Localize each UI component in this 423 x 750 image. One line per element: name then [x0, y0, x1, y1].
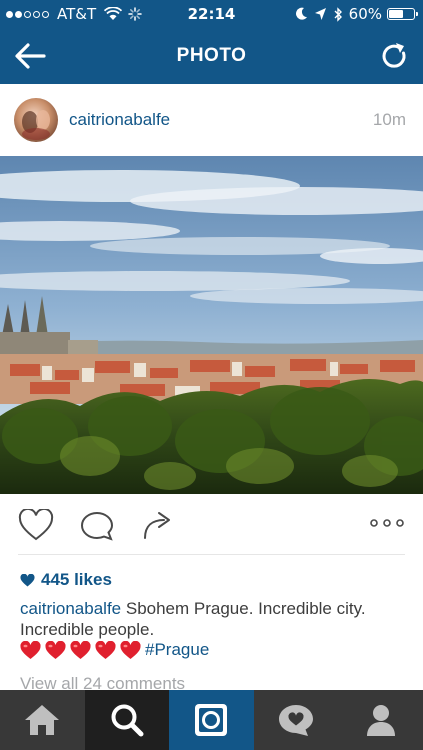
status-right: 60%	[295, 5, 418, 23]
divider	[18, 554, 405, 555]
tab-camera[interactable]	[169, 690, 254, 750]
post-photo[interactable]	[0, 156, 423, 494]
camera-icon	[195, 704, 228, 736]
caption-hearts: ❤️ ❤️ ❤️ ❤️ ❤️	[20, 640, 145, 660]
tab-search[interactable]	[84, 690, 170, 750]
tab-activity[interactable]	[254, 690, 339, 750]
heart-icon	[20, 573, 35, 586]
tab-home[interactable]	[0, 690, 85, 750]
red-heart-icon	[70, 640, 91, 659]
nav-bar: PHOTO	[0, 28, 423, 84]
moon-icon	[295, 7, 307, 20]
home-icon	[25, 705, 60, 735]
post-caption: caitrionabalfe Sbohem Prague. Incredible…	[20, 598, 405, 640]
page-title: PHOTO	[176, 45, 247, 66]
caption-tags: ❤️ ❤️ ❤️ ❤️ ❤️ #Prague	[20, 640, 209, 660]
comment-icon[interactable]	[80, 510, 114, 542]
battery-icon	[387, 8, 418, 20]
post-username[interactable]: caitrionabalfe	[69, 110, 170, 130]
share-icon[interactable]	[142, 509, 174, 541]
post-actions	[0, 494, 423, 554]
status-bar: AT&T 22:14 60%	[0, 0, 423, 28]
activity-icon	[279, 705, 314, 736]
likes-label: 445 likes	[41, 570, 112, 589]
caption-username[interactable]: caitrionabalfe	[20, 599, 121, 618]
likes-count[interactable]: 445 likes	[20, 570, 112, 590]
red-heart-icon	[120, 640, 141, 659]
profile-icon	[366, 705, 395, 736]
refresh-icon[interactable]	[379, 41, 409, 71]
search-icon	[111, 704, 144, 737]
bluetooth-icon	[334, 6, 342, 22]
battery-percent: 60%	[348, 5, 382, 23]
location-arrow-icon	[314, 8, 326, 20]
like-icon[interactable]	[18, 509, 54, 541]
red-heart-icon	[20, 640, 41, 659]
tab-profile[interactable]	[338, 690, 423, 750]
battery-level	[389, 10, 404, 18]
more-icon[interactable]	[370, 518, 404, 528]
post-timestamp: 10m	[372, 110, 406, 129]
red-heart-icon	[95, 640, 116, 659]
avatar[interactable]	[14, 98, 58, 142]
tab-bar	[0, 690, 423, 750]
hashtag-link[interactable]: #Prague	[145, 640, 209, 660]
red-heart-icon	[45, 640, 66, 659]
post-header: caitrionabalfe 10m	[0, 84, 423, 156]
